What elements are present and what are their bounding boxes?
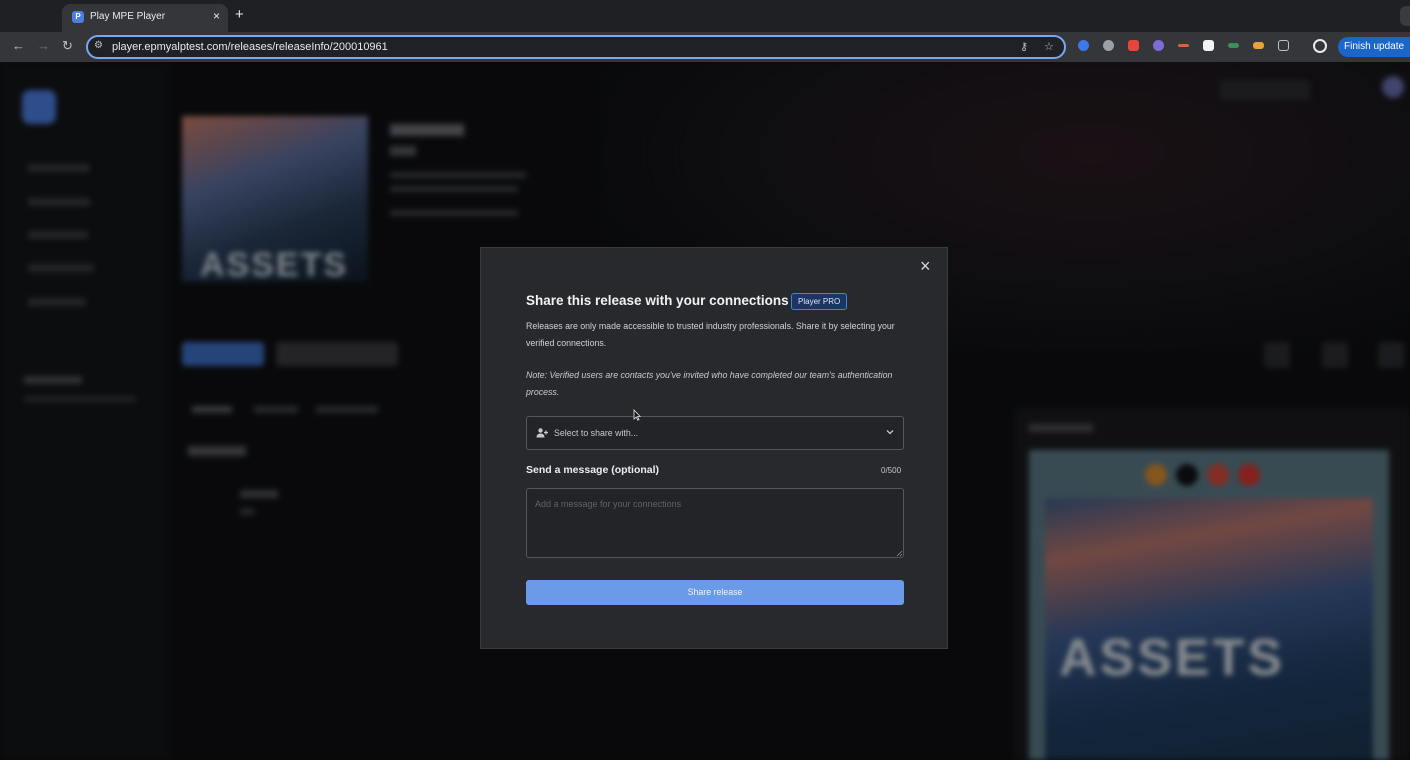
tab-close-icon[interactable]: ×: [213, 9, 220, 23]
resize-handle-icon[interactable]: [895, 549, 903, 557]
message-input[interactable]: [526, 488, 904, 558]
chevron-down-icon: [886, 430, 894, 435]
new-tab-icon[interactable]: +: [235, 7, 244, 23]
extension-green-icon[interactable]: [1228, 43, 1239, 48]
share-release-button[interactable]: Share release: [526, 580, 904, 605]
password-key-icon[interactable]: ⚷: [1020, 40, 1028, 53]
profile-icon[interactable]: [1313, 39, 1327, 53]
modal-description: Releases are only made accessible to tru…: [526, 321, 895, 348]
connections-select[interactable]: Select to share with...: [526, 416, 904, 450]
select-placeholder: Select to share with...: [554, 428, 639, 438]
browser-toolbar: ← → ↻ ⚙ player.epmyalptest.com/releases/…: [0, 32, 1410, 62]
reload-icon[interactable]: ↻: [62, 38, 73, 54]
back-arrow-icon[interactable]: ←: [12, 38, 25, 54]
browser-tab[interactable]: P Play MPE Player ×: [62, 4, 228, 32]
extension-blue-icon[interactable]: [1078, 40, 1089, 51]
browser-tab-bar: P Play MPE Player × +: [0, 0, 1410, 32]
mouse-cursor-icon: [633, 409, 641, 421]
extension-bulb-icon[interactable]: [1103, 40, 1114, 51]
address-bar[interactable]: ⚙ player.epmyalptest.com/releases/releas…: [86, 35, 1066, 59]
tab-title: Play MPE Player: [90, 11, 166, 22]
extensions-puzzle-icon[interactable]: [1278, 40, 1289, 51]
forward-arrow-icon[interactable]: →: [37, 38, 50, 54]
add-user-icon: [536, 428, 548, 438]
finish-update-button[interactable]: Finish update: [1338, 37, 1410, 57]
url-text[interactable]: player.epmyalptest.com/releases/releaseI…: [112, 41, 388, 53]
close-icon[interactable]: ×: [920, 257, 931, 275]
share-release-modal: × Share this release with your connectio…: [480, 247, 948, 649]
extension-purple-icon[interactable]: [1153, 40, 1164, 51]
message-label: Send a message (optional): [526, 464, 660, 476]
site-info-icon[interactable]: ⚙: [94, 40, 103, 51]
modal-note: Note: Verified users are contacts you've…: [526, 370, 893, 397]
extension-orange-icon[interactable]: [1253, 42, 1264, 49]
message-char-count: 0/500: [881, 466, 902, 475]
extension-pen-icon[interactable]: [1178, 44, 1189, 47]
extension-f-icon[interactable]: [1203, 40, 1214, 51]
play-mpe-favicon-icon: P: [72, 11, 84, 23]
bookmark-star-icon[interactable]: ☆: [1044, 40, 1054, 53]
extension-red-icon[interactable]: [1128, 40, 1139, 51]
tab-search-icon[interactable]: [1400, 6, 1410, 26]
player-pro-badge: Player PRO: [791, 293, 848, 310]
modal-title: Share this release with your connections: [526, 293, 789, 308]
